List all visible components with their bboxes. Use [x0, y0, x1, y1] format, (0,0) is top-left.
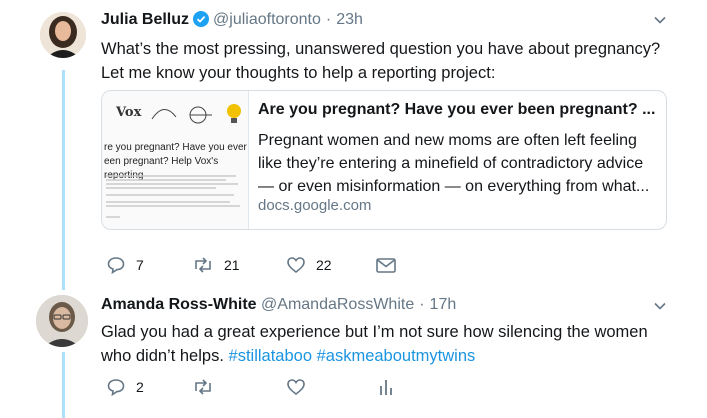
link-card[interactable]: Vox re you pregnant? Have you ever een p… [101, 90, 667, 230]
card-thumbnail: Vox re you pregnant? Have you ever een p… [102, 91, 249, 229]
analytics-button[interactable] [377, 377, 395, 397]
analytics-icon [377, 377, 395, 397]
like-count: 22 [316, 257, 332, 273]
separator-dot: · [325, 11, 332, 28]
avatar[interactable] [36, 295, 88, 347]
separator-dot: · [419, 296, 425, 313]
chevron-down-icon[interactable] [652, 298, 668, 319]
verified-badge-icon [193, 11, 210, 32]
like-icon [286, 255, 306, 275]
timestamp[interactable]: 23h [336, 11, 363, 28]
thread-line [62, 352, 65, 418]
retweet-button[interactable] [192, 377, 214, 397]
author-handle[interactable]: @juliaoftoronto [213, 11, 321, 28]
like-icon [286, 377, 306, 397]
reply-button[interactable]: 2 [106, 377, 144, 397]
tweet-text: What’s the most pressing, unanswered que… [101, 40, 661, 82]
author-name[interactable]: Amanda Ross-White [101, 296, 257, 313]
vox-logo: Vox [116, 105, 142, 120]
tweet-text: Glad you had a great experience but I’m … [101, 320, 681, 368]
like-button[interactable]: 22 [286, 255, 332, 275]
thumb-text-lines [106, 175, 240, 218]
retweet-button[interactable]: 21 [192, 255, 240, 275]
hashtag-link[interactable]: #askmeaboutmytwins [317, 347, 476, 365]
card-description: Pregnant women and new moms are often le… [258, 132, 650, 195]
retweet-icon [192, 255, 214, 275]
card-domain: docs.google.com [258, 197, 372, 214]
reply-icon [106, 377, 126, 397]
author-handle[interactable]: @AmandaRossWhite [261, 296, 414, 313]
hashtag-link[interactable]: #stillataboo [229, 347, 312, 365]
author-name[interactable]: Julia Belluz [101, 11, 189, 28]
retweet-icon [192, 377, 214, 397]
reply-icon [106, 255, 126, 275]
chevron-down-icon[interactable] [652, 12, 668, 33]
tweet-header: Julia Belluz @juliaoftoronto · 23h [101, 11, 363, 32]
retweet-count: 21 [224, 257, 240, 273]
timestamp[interactable]: 17h [430, 296, 457, 313]
reply-count: 7 [136, 257, 144, 273]
avatar[interactable] [40, 12, 86, 58]
illustration-icon [151, 104, 241, 124]
direct-message-button[interactable] [375, 255, 397, 275]
direct-message-icon [375, 255, 397, 275]
like-button[interactable] [286, 377, 306, 397]
reply-count: 2 [136, 379, 144, 395]
thread-line [62, 70, 65, 290]
reply-button[interactable]: 7 [106, 255, 144, 275]
tweet-header: Amanda Ross-White @AmandaRossWhite · 17h [101, 296, 456, 314]
card-title: Are you pregnant? Have you ever been pre… [258, 101, 656, 118]
